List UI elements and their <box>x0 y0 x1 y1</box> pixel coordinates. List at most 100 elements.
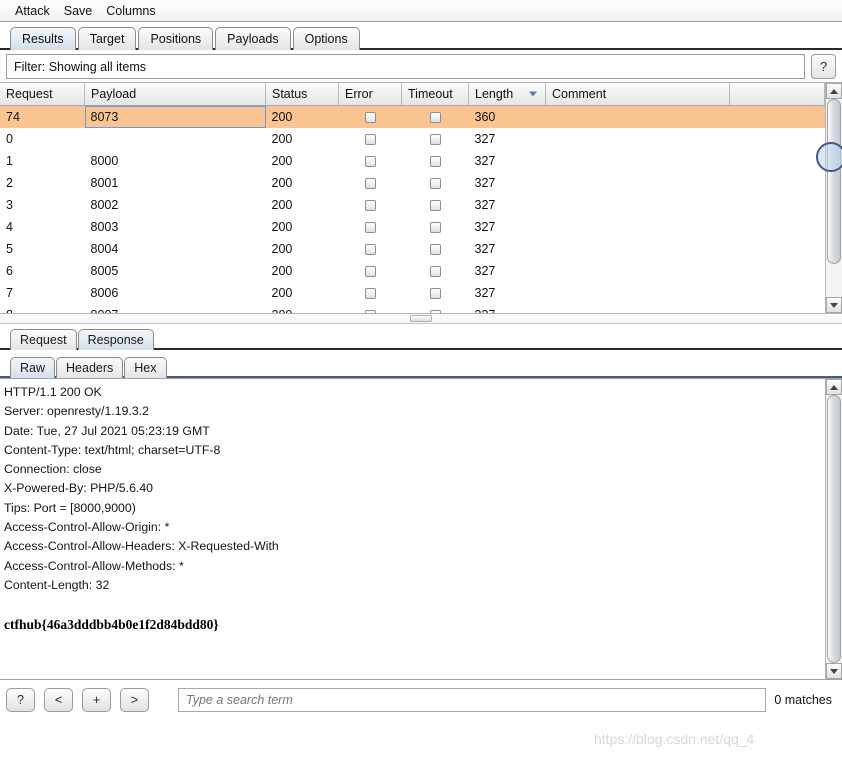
cell-length[interactable]: 327 <box>469 150 546 172</box>
cell-payload[interactable]: 8000 <box>85 150 266 172</box>
column-header-error[interactable]: Error <box>338 83 402 106</box>
column-header-timeout[interactable]: Timeout <box>401 83 469 106</box>
column-header-comment[interactable]: Comment <box>545 83 730 106</box>
cell-status[interactable]: 200 <box>266 128 339 150</box>
cell-length[interactable]: 360 <box>468 105 546 128</box>
cell-length[interactable]: 327 <box>469 304 546 313</box>
cell-timeout[interactable] <box>402 150 469 172</box>
cell-status[interactable]: 200 <box>265 105 339 128</box>
column-header-status[interactable]: Status <box>265 83 339 106</box>
error-checkbox[interactable] <box>364 156 376 168</box>
column-header-request[interactable]: Request <box>0 83 85 106</box>
error-checkbox[interactable] <box>364 178 376 190</box>
timeout-checkbox[interactable] <box>429 200 441 212</box>
tab-request[interactable]: Request <box>10 329 77 350</box>
error-checkbox[interactable] <box>364 222 376 234</box>
cell-error[interactable] <box>339 260 402 282</box>
cell-request[interactable]: 3 <box>0 194 85 216</box>
cell-comment[interactable] <box>546 304 730 313</box>
cell-comment[interactable] <box>546 172 730 194</box>
tab-response[interactable]: Response <box>77 329 154 350</box>
cell-length[interactable]: 327 <box>469 282 546 304</box>
error-checkbox[interactable] <box>364 244 376 256</box>
cell-comment[interactable] <box>546 216 730 238</box>
response-vertical-scrollbar[interactable] <box>825 379 842 679</box>
cell-request[interactable]: 5 <box>0 238 85 260</box>
timeout-checkbox[interactable] <box>429 222 441 234</box>
cell-comment[interactable] <box>546 150 730 172</box>
cell-length[interactable]: 327 <box>469 128 546 150</box>
scroll-down-button[interactable] <box>826 297 842 313</box>
cell-error[interactable] <box>339 150 402 172</box>
cell-length[interactable]: 327 <box>469 194 546 216</box>
results-vertical-scrollbar[interactable] <box>825 83 842 313</box>
cell-request[interactable]: 74 <box>0 105 85 128</box>
cell-timeout[interactable] <box>402 172 469 194</box>
tab-hex[interactable]: Hex <box>124 357 167 378</box>
cell-request[interactable]: 4 <box>0 216 85 238</box>
filter-help-button[interactable]: ? <box>811 54 836 79</box>
cell-blank[interactable] <box>730 304 825 313</box>
cell-blank[interactable] <box>730 128 825 150</box>
cell-timeout[interactable] <box>402 238 469 260</box>
tab-payloads[interactable]: Payloads <box>215 27 291 50</box>
cell-timeout[interactable] <box>402 260 469 282</box>
response-scroll-thumb[interactable] <box>827 395 841 663</box>
table-row[interactable]: 1 8000 200 327 <box>0 150 825 172</box>
cell-timeout[interactable] <box>402 128 469 150</box>
cell-timeout[interactable] <box>402 304 469 313</box>
menu-item-columns[interactable]: Columns <box>99 2 162 20</box>
cell-payload[interactable]: 8001 <box>85 172 266 194</box>
timeout-checkbox[interactable] <box>429 178 441 190</box>
error-checkbox[interactable] <box>364 266 376 278</box>
previous-match-button[interactable]: < <box>44 688 73 712</box>
add-search-button[interactable]: + <box>82 688 111 712</box>
table-row[interactable]: 5 8004 200 327 <box>0 238 825 260</box>
cell-request[interactable]: 7 <box>0 282 85 304</box>
cell-blank[interactable] <box>730 172 825 194</box>
error-checkbox[interactable] <box>364 200 376 212</box>
cell-request[interactable]: 8 <box>0 304 85 313</box>
cell-comment[interactable] <box>546 128 730 150</box>
cell-blank[interactable] <box>730 194 825 216</box>
cell-payload[interactable] <box>85 128 266 150</box>
cell-timeout[interactable] <box>402 194 469 216</box>
tab-target[interactable]: Target <box>77 27 137 50</box>
cell-error[interactable] <box>339 238 402 260</box>
table-row[interactable]: 6 8005 200 327 <box>0 260 825 282</box>
response-scroll-track[interactable] <box>826 395 842 663</box>
cell-payload[interactable]: 8073 <box>84 105 266 128</box>
cell-payload[interactable]: 8007 <box>85 304 266 313</box>
table-row[interactable]: 4 8003 200 327 <box>0 216 825 238</box>
cell-blank[interactable] <box>730 216 825 238</box>
cell-status[interactable]: 200 <box>266 304 339 313</box>
table-row[interactable]: 74 8073 200 360 <box>0 105 825 128</box>
cell-error[interactable] <box>339 128 402 150</box>
cell-blank[interactable] <box>730 282 825 304</box>
filter-bar[interactable]: Filter: Showing all items <box>6 54 805 79</box>
cell-request[interactable]: 2 <box>0 172 85 194</box>
cell-payload[interactable]: 8005 <box>85 260 266 282</box>
cell-payload[interactable]: 8003 <box>85 216 266 238</box>
timeout-checkbox[interactable] <box>429 244 441 256</box>
search-help-button[interactable]: ? <box>6 688 35 712</box>
error-checkbox[interactable] <box>364 288 376 300</box>
error-checkbox[interactable] <box>364 112 376 124</box>
column-header-length[interactable]: Length <box>468 83 546 106</box>
tab-raw[interactable]: Raw <box>10 357 56 378</box>
table-row[interactable]: 2 8001 200 327 <box>0 172 825 194</box>
response-scroll-up-button[interactable] <box>826 379 842 395</box>
error-checkbox[interactable] <box>364 310 376 313</box>
cell-blank[interactable] <box>730 260 825 282</box>
cell-status[interactable]: 200 <box>266 282 339 304</box>
cell-error[interactable] <box>339 172 402 194</box>
timeout-checkbox[interactable] <box>429 288 441 300</box>
cell-blank[interactable] <box>729 105 825 128</box>
cell-status[interactable]: 200 <box>266 260 339 282</box>
cell-blank[interactable] <box>730 150 825 172</box>
response-text[interactable]: HTTP/1.1 200 OK Server: openresty/1.19.3.… <box>0 379 825 679</box>
cell-timeout[interactable] <box>402 282 469 304</box>
tab-headers[interactable]: Headers <box>56 357 124 378</box>
menu-item-save[interactable]: Save <box>57 2 100 20</box>
next-match-button[interactable]: > <box>120 688 149 712</box>
